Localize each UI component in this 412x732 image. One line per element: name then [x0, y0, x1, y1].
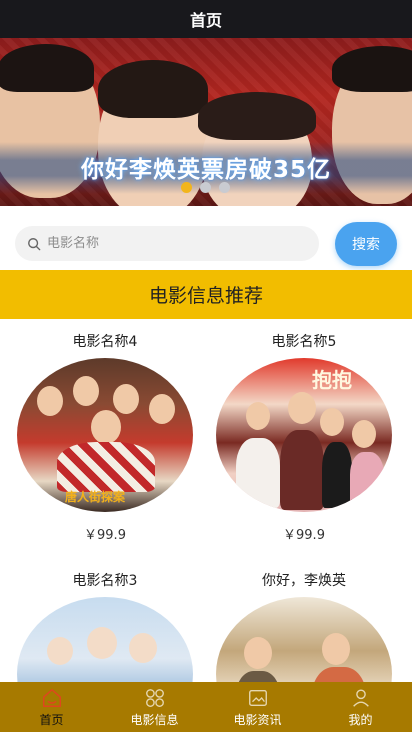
tab-label: 电影资讯	[233, 712, 282, 727]
grid-icon	[145, 688, 164, 707]
app-root: 首页 你好李焕英票房破35亿 搜索 电影信息推荐 电影名称4	[0, 0, 412, 732]
poster-logo-text: 抱抱	[312, 368, 352, 392]
movie-card[interactable]: 电影名称4 唐人街探案 ￥99.9	[15, 332, 195, 543]
search-button[interactable]: 搜索	[335, 222, 397, 266]
top-navbar: 首页	[0, 0, 412, 38]
carousel-dot-2[interactable]	[200, 182, 211, 193]
poster-logo-text: 唐人街探案	[65, 490, 126, 504]
carousel-dot-1[interactable]	[181, 182, 192, 193]
search-input[interactable]	[47, 236, 297, 251]
tab-label: 首页	[39, 712, 64, 727]
tab-movie-news[interactable]: 电影资讯	[206, 682, 309, 732]
movie-card[interactable]: 电影名称5 抱抱 ￥99.9	[214, 332, 394, 543]
image-icon	[248, 689, 267, 706]
banner-caption: 你好李焕英票房破35亿	[80, 157, 331, 183]
movie-name: 电影名称3	[72, 573, 138, 589]
banner-carousel[interactable]: 你好李焕英票房破35亿	[0, 38, 412, 206]
carousel-dot-3[interactable]	[219, 182, 230, 193]
home-icon	[42, 688, 61, 707]
section-title: 电影信息推荐	[148, 285, 263, 307]
movie-poster[interactable]: 抱抱	[216, 358, 392, 512]
movie-price: ￥99.9	[84, 528, 126, 543]
page-title: 首页	[189, 11, 222, 30]
search-bar: 搜索	[0, 216, 412, 270]
movie-name: 你好，李焕英	[262, 573, 346, 589]
search-field[interactable]	[15, 226, 319, 261]
bottom-tab-bar: 首页 电影信息 电影资讯 我的	[0, 682, 412, 732]
tab-label: 我的	[348, 712, 373, 727]
tab-label: 电影信息	[130, 712, 179, 727]
tab-home[interactable]: 首页	[0, 682, 103, 732]
movie-name: 电影名称4	[72, 334, 138, 350]
movie-name: 电影名称5	[271, 334, 337, 350]
tab-movie-info[interactable]: 电影信息	[103, 682, 206, 732]
movie-price: ￥99.9	[283, 528, 325, 543]
carousel-indicator	[181, 182, 230, 193]
tab-mine[interactable]: 我的	[309, 682, 412, 732]
person-icon	[352, 689, 369, 707]
search-icon	[28, 237, 41, 250]
movie-poster[interactable]: 唐人街探案	[17, 358, 193, 512]
section-header: 电影信息推荐	[0, 270, 412, 319]
